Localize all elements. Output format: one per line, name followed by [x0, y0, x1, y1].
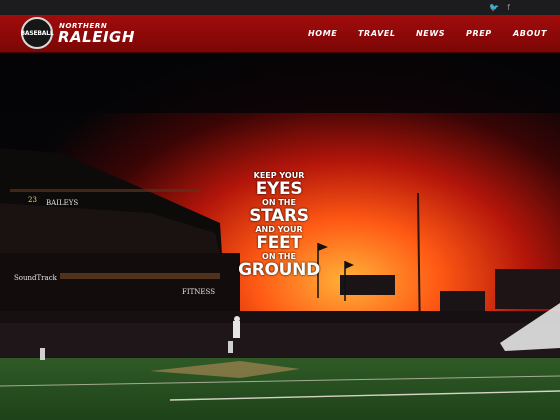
nav-travel[interactable]: TRAVEL: [358, 29, 396, 38]
sign-baileys: BAILEYS: [46, 199, 79, 207]
top-bar: 🐦 f: [0, 0, 560, 15]
brand-title[interactable]: RALEIGH: [58, 28, 135, 46]
tagline-line2: EYES: [255, 179, 303, 199]
social-links: 🐦 f: [489, 3, 510, 12]
sign-fitness: FITNESS: [182, 288, 215, 296]
tagline-line8: GROUND: [238, 260, 320, 280]
tagline-line4: STARS: [249, 206, 309, 226]
nav-home[interactable]: HOME: [308, 29, 337, 38]
facebook-icon[interactable]: f: [507, 3, 510, 12]
hero-tagline: KEEP YOUR EYES ON THE STARS AND YOUR FEE…: [238, 171, 320, 279]
nav-news[interactable]: NEWS: [416, 29, 445, 38]
scoreboard-number: 23: [28, 196, 37, 204]
nav-about[interactable]: ABOUT: [513, 29, 547, 38]
sign-soundtrack: SoundTrack: [14, 274, 57, 282]
baseball-logo-badge[interactable]: BASEBALL: [20, 17, 54, 49]
twitter-icon[interactable]: 🐦: [489, 3, 499, 12]
nav-prep[interactable]: PREP: [466, 29, 492, 38]
tagline-line6: FEET: [256, 233, 302, 253]
logo-badge-text: BASEBALL: [20, 29, 54, 37]
